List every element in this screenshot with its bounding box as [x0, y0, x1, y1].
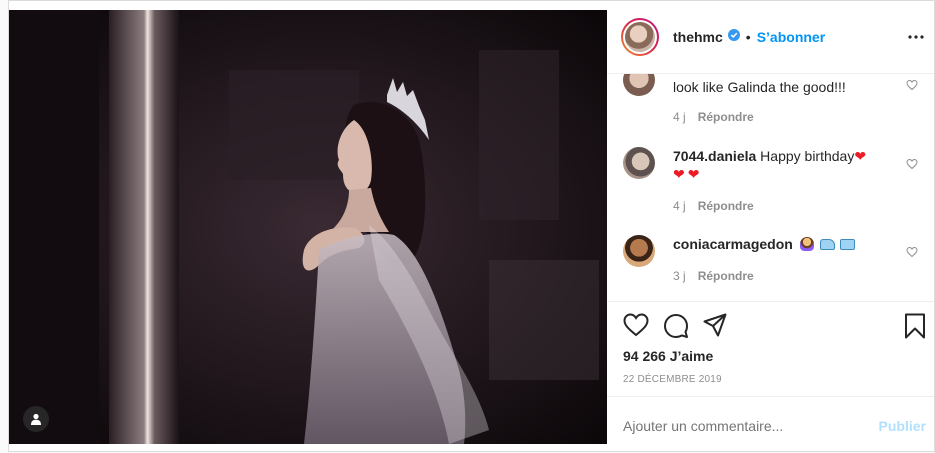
likes-count[interactable]: 94 266 J’aime [623, 348, 713, 364]
post-photo[interactable] [9, 10, 607, 444]
bookmark-icon[interactable] [904, 313, 926, 344]
comment-age: 4 j [673, 199, 686, 213]
comment-age: 3 j [673, 269, 686, 283]
post-card: thehmc • S’abonner look like Galinda the… [8, 0, 935, 452]
comment-like-icon[interactable] [906, 157, 918, 175]
comment-avatar[interactable] [623, 235, 655, 267]
comment-meta: 4 j Répondre [673, 110, 754, 124]
train-emoji [839, 239, 855, 250]
post-sidebar: thehmc • S’abonner look like Galinda the… [607, 1, 934, 451]
comment-meta: 4 j Répondre [673, 199, 754, 213]
reply-button[interactable]: Répondre [698, 110, 754, 124]
comment-like-icon[interactable] [906, 245, 918, 263]
comment-age: 4 j [673, 110, 686, 124]
comment-avatar[interactable] [623, 147, 655, 179]
author-username[interactable]: thehmc [673, 29, 723, 45]
post-actions [607, 313, 934, 341]
heart-icon[interactable] [623, 313, 649, 342]
comment-username[interactable]: coniacarmagedon [673, 236, 793, 252]
post-photo-image [9, 10, 607, 444]
comment-message: Happy birthday [760, 148, 855, 164]
share-icon[interactable] [703, 313, 727, 342]
header-separator: • [745, 29, 751, 45]
comments-list[interactable]: look like Galinda the good!!! 4 j Répondr… [607, 74, 934, 302]
post-header: thehmc • S’abonner [607, 1, 934, 74]
add-comment-bar: Publier [607, 396, 934, 453]
train-emoji [819, 239, 835, 250]
more-options-icon[interactable] [908, 29, 924, 50]
comment-avatar[interactable] [623, 74, 655, 96]
red-heart-emoji: ❤ [687, 166, 700, 182]
comment-icon[interactable] [663, 313, 689, 344]
comment-input[interactable] [623, 418, 853, 434]
follow-button[interactable]: S’abonner [757, 29, 825, 45]
comment-text: coniacarmagedon [673, 235, 888, 253]
publish-button[interactable]: Publier [879, 418, 926, 434]
comment-text: look like Galinda the good!!! [673, 79, 846, 95]
woman-emoji [799, 237, 814, 251]
verified-icon [727, 28, 740, 46]
red-heart-emoji: ❤ [673, 166, 685, 182]
author-avatar[interactable] [621, 18, 659, 56]
reply-button[interactable]: Répondre [698, 199, 754, 213]
comment-like-icon[interactable] [906, 78, 918, 96]
red-heart-emoji: ❤ [854, 148, 867, 164]
comment-username[interactable]: 7044.daniela [673, 148, 756, 164]
post-date[interactable]: 22 DÉCEMBRE 2019 [623, 374, 722, 385]
reply-button[interactable]: Répondre [698, 269, 754, 283]
user-tag-icon[interactable] [23, 406, 49, 432]
comment-text: 7044.daniela Happy birthday❤ ❤ ❤ [673, 147, 888, 183]
comment-meta: 3 j Répondre [673, 269, 754, 283]
